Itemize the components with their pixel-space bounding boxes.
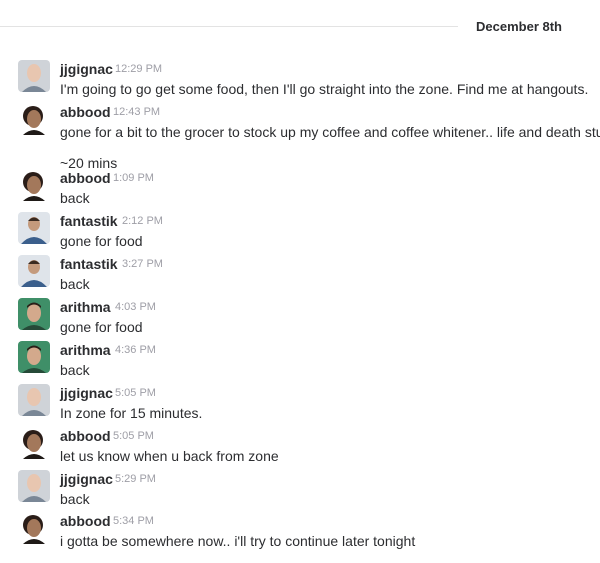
message-author[interactable]: arithma (60, 298, 111, 316)
avatar[interactable] (18, 212, 50, 244)
message-timestamp[interactable]: 4:03 PM (115, 300, 156, 314)
avatar[interactable] (18, 470, 50, 502)
message-timestamp[interactable]: 5:05 PM (113, 429, 154, 443)
avatar[interactable] (18, 60, 50, 92)
message-timestamp[interactable]: 5:29 PM (115, 472, 156, 486)
message-text: back (60, 362, 90, 378)
message-text: In zone for 15 minutes. (60, 405, 203, 421)
avatar[interactable] (18, 512, 50, 544)
message-author[interactable]: fantastik (60, 255, 118, 273)
avatar[interactable] (18, 298, 50, 330)
avatar[interactable] (18, 255, 50, 287)
message-author[interactable]: abbood (60, 169, 111, 187)
avatar[interactable] (18, 169, 50, 201)
message-text: back (60, 491, 90, 507)
message-timestamp[interactable]: 5:05 PM (115, 386, 156, 400)
message-author[interactable]: abbood (60, 103, 111, 121)
date-divider-label: December 8th (458, 18, 600, 35)
message-timestamp[interactable]: 1:09 PM (113, 171, 154, 185)
message-text: gone for a bit to the grocer to stock up… (60, 124, 600, 140)
message-text: gone for food (60, 233, 143, 249)
message-timestamp[interactable]: 5:34 PM (113, 514, 154, 528)
message-author[interactable]: jjgignac (60, 470, 113, 488)
avatar[interactable] (18, 341, 50, 373)
message-text: back (60, 190, 90, 206)
message-author[interactable]: arithma (60, 341, 111, 359)
message-timestamp[interactable]: 2:12 PM (122, 214, 163, 228)
message-text: i gotta be somewhere now.. i'll try to c… (60, 533, 416, 549)
message-author[interactable]: jjgignac (60, 60, 113, 78)
message-timestamp[interactable]: 12:43 PM (113, 105, 160, 119)
avatar[interactable] (18, 427, 50, 459)
message-author[interactable]: abbood (60, 512, 111, 530)
message-text: let us know when u back from zone (60, 448, 279, 464)
message-timestamp[interactable]: 3:27 PM (122, 257, 163, 271)
message-text: gone for food (60, 319, 143, 335)
message-text: back (60, 276, 90, 292)
avatar[interactable] (18, 103, 50, 135)
message-timestamp[interactable]: 4:36 PM (115, 343, 156, 357)
message-author[interactable]: abbood (60, 427, 111, 445)
message-timestamp[interactable]: 12:29 PM (115, 62, 162, 76)
message-author[interactable]: jjgignac (60, 384, 113, 402)
avatar[interactable] (18, 384, 50, 416)
message-text: I'm going to go get some food, then I'll… (60, 81, 589, 97)
message-author[interactable]: fantastik (60, 212, 118, 230)
